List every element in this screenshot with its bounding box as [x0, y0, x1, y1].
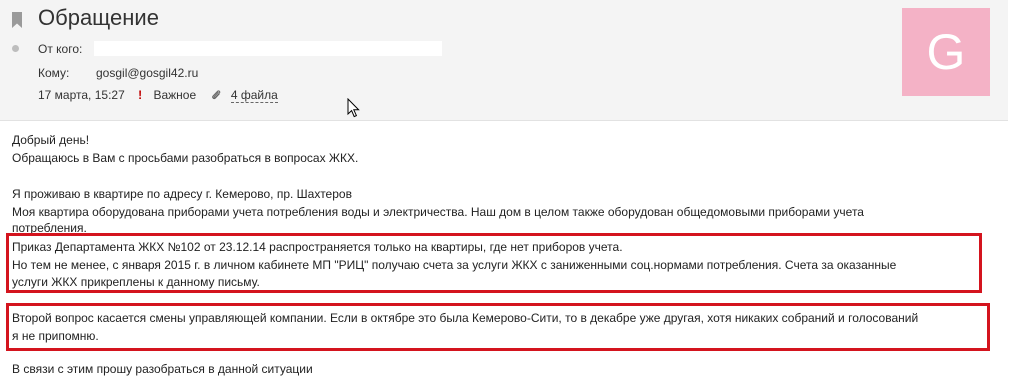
unread-dot-icon[interactable] [12, 45, 19, 52]
body-p1-line3: услуги ЖКХ прикреплены к данному письму. [12, 275, 260, 289]
attachments-link[interactable]: 4 файла [230, 88, 278, 103]
body-p2-line2: я не припомню. [12, 329, 99, 343]
message-header: Обращение От кого: Кому: gosgil@gosgil42… [0, 0, 1008, 121]
body-greeting: Добрый день! [12, 133, 90, 147]
body-p2-line1: Второй вопрос касается смены управляющей… [12, 311, 919, 325]
mouse-cursor-icon [347, 98, 360, 118]
body-intro: Обращаюсь в Вам с просьбами разобраться … [12, 151, 359, 165]
body-p1-line2: Но тем не менее, с января 2015 г. в личн… [12, 258, 897, 272]
to-label: Кому: [38, 66, 70, 80]
from-value[interactable] [94, 41, 442, 56]
scroll-area [1008, 0, 1024, 390]
message-title: Обращение [38, 5, 159, 30]
body-p1-line1: Приказ Департамента ЖКХ №102 от 23.12.14… [12, 240, 623, 254]
paperclip-icon [212, 90, 221, 100]
to-value[interactable]: gosgil@gosgil42.ru [96, 66, 198, 80]
body-address: Я проживаю в квартире по адресу г. Кемер… [12, 187, 352, 201]
from-label: От кого: [38, 42, 83, 56]
important-icon: ! [138, 88, 143, 102]
body-closing: В связи с этим прошу разобраться в данно… [12, 362, 313, 376]
important-label: Важное [153, 88, 197, 102]
body-meters-line1: Моя квартира оборудована приборами учета… [12, 205, 864, 219]
avatar: G [902, 8, 990, 96]
message-meta: 17 марта, 15:27 ! Важное 4 файла [38, 88, 278, 103]
message-date: 17 марта, 15:27 [38, 88, 125, 102]
bookmark-icon[interactable] [12, 12, 22, 28]
